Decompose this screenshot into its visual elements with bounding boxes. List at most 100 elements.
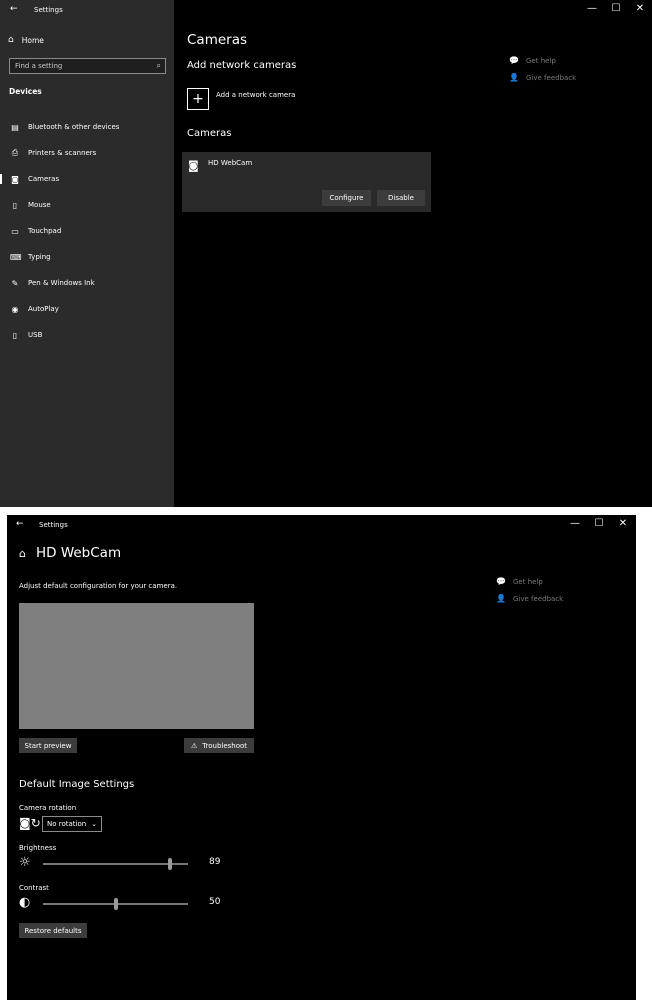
give-feedback-label: Give feedback <box>526 73 577 82</box>
sidebar-list: ▤ Bluetooth & other devices ⎙ Printers &… <box>0 114 174 348</box>
camera-icon: ◙ <box>188 159 199 172</box>
sidebar-item-label: AutoPlay <box>28 305 59 313</box>
camera-card[interactable]: ◙ HD WebCam Configure Disable <box>182 152 431 212</box>
sidebar: ← Settings ⌂ Home Find a setting ⌕ Devic… <box>0 0 174 507</box>
page-description: Adjust default configuration for your ca… <box>19 582 178 590</box>
sidebar-item-label: Touchpad <box>28 227 62 235</box>
brightness-slider[interactable] <box>43 858 188 870</box>
sidebar-item-label: Printers & scanners <box>28 149 97 157</box>
mouse-icon: ▯ <box>12 200 18 210</box>
add-cameras-heading: Add network cameras <box>187 60 297 71</box>
help-links: 💬 Get help 👤 Give feedback <box>509 52 576 86</box>
contrast-slider[interactable] <box>43 898 188 910</box>
sidebar-item-label: Cameras <box>28 175 60 183</box>
maximize-icon[interactable]: ☐ <box>587 519 611 529</box>
sidebar-item-typing[interactable]: ⌨ Typing <box>0 244 174 270</box>
add-camera-label: Add a network camera <box>216 91 296 99</box>
brightness-slider-thumb[interactable] <box>168 858 172 870</box>
printer-icon: ⎙ <box>11 148 19 157</box>
sidebar-item-cameras[interactable]: ◙ Cameras <box>0 166 174 192</box>
sidebar-item-label: Pen & Windows Ink <box>28 279 95 287</box>
sidebar-item-pen[interactable]: ✎ Pen & Windows Ink <box>0 270 174 296</box>
section-title: Default Image Settings <box>19 779 135 790</box>
give-feedback-label: Give feedback <box>513 594 564 603</box>
camera-preview <box>19 603 254 729</box>
contrast-value: 50 <box>209 897 221 907</box>
start-preview-button[interactable]: Start preview <box>19 738 77 753</box>
sidebar-item-touchpad[interactable]: ▭ Touchpad <box>0 218 174 244</box>
page-header: ⌂ HD WebCam <box>19 545 121 561</box>
camera-name: HD WebCam <box>208 159 253 167</box>
disable-button[interactable]: Disable <box>377 190 425 206</box>
brightness-value: 89 <box>209 857 221 867</box>
feedback-icon: 👤 <box>496 594 506 603</box>
brightness-icon: ☼ <box>19 855 31 870</box>
give-feedback-link[interactable]: 👤 Give feedback <box>509 69 576 86</box>
back-arrow-icon[interactable]: ← <box>16 520 24 529</box>
sidebar-item-bluetooth[interactable]: ▤ Bluetooth & other devices <box>0 114 174 140</box>
contrast-label: Contrast <box>19 884 49 892</box>
get-help-label: Get help <box>513 577 543 586</box>
minimize-icon[interactable]: — <box>563 519 587 529</box>
warning-icon: ⚠ <box>190 741 198 750</box>
get-help-link[interactable]: 💬 Get help <box>509 52 576 69</box>
page-title: HD WebCam <box>35 545 122 561</box>
sidebar-item-label: Bluetooth & other devices <box>28 123 120 131</box>
get-help-label: Get help <box>526 56 556 65</box>
help-links: 💬 Get help 👤 Give feedback <box>496 573 563 607</box>
back-arrow-icon[interactable]: ← <box>10 5 18 14</box>
window-controls: — ☐ ✕ <box>563 519 635 529</box>
autoplay-icon: ◉ <box>11 304 19 314</box>
rotation-value: No rotation <box>47 820 87 828</box>
home-icon: ⌂ <box>8 35 14 45</box>
troubleshoot-label: Troubleshoot <box>202 741 248 750</box>
sidebar-item-autoplay[interactable]: ◉ AutoPlay <box>0 296 174 322</box>
cameras-heading: Cameras <box>187 128 232 139</box>
help-chat-icon: 💬 <box>509 56 519 65</box>
sidebar-item-label: Typing <box>28 253 51 261</box>
search-icon[interactable]: ⌕ <box>157 61 161 71</box>
bluetooth-icon: ▤ <box>11 122 19 132</box>
add-network-camera-button[interactable]: + Add a network camera <box>187 88 295 110</box>
contrast-slider-thumb[interactable] <box>114 898 118 910</box>
camera-rotation-label: Camera rotation <box>19 804 77 812</box>
troubleshoot-button[interactable]: ⚠ Troubleshoot <box>184 738 254 753</box>
feedback-icon: 👤 <box>509 73 519 82</box>
page-title: Cameras <box>187 32 248 48</box>
maximize-icon[interactable]: ☐ <box>604 4 628 14</box>
touchpad-icon: ▭ <box>11 226 19 236</box>
window-title: Settings <box>39 521 68 529</box>
sidebar-item-mouse[interactable]: ▯ Mouse <box>0 192 174 218</box>
minimize-icon[interactable]: — <box>580 4 604 14</box>
keyboard-icon: ⌨ <box>10 252 22 262</box>
sidebar-item-printers[interactable]: ⎙ Printers & scanners <box>0 140 174 166</box>
sidebar-section-title: Devices <box>9 87 42 96</box>
help-chat-icon: 💬 <box>496 577 506 586</box>
close-icon[interactable]: ✕ <box>611 519 635 529</box>
sidebar-item-usb[interactable]: ▯ USB <box>0 322 174 348</box>
chevron-down-icon: ⌄ <box>91 820 97 828</box>
settings-window-cameras: ← Settings ⌂ Home Find a setting ⌕ Devic… <box>0 0 652 507</box>
sidebar-home[interactable]: ⌂ Home <box>8 35 44 45</box>
close-icon[interactable]: ✕ <box>628 4 652 14</box>
restore-defaults-button[interactable]: Restore defaults <box>19 923 87 938</box>
usb-icon: ▯ <box>12 330 18 340</box>
home-icon[interactable]: ⌂ <box>19 547 26 560</box>
window-title: Settings <box>34 6 63 14</box>
get-help-link[interactable]: 💬 Get help <box>496 573 563 590</box>
brightness-label: Brightness <box>19 844 57 852</box>
search-placeholder: Find a setting <box>15 62 63 70</box>
home-label: Home <box>21 35 44 45</box>
sidebar-item-label: USB <box>28 331 43 339</box>
search-input[interactable]: Find a setting ⌕ <box>9 58 166 74</box>
rotation-dropdown[interactable]: No rotation ⌄ <box>42 816 102 832</box>
settings-window-webcam: ← Settings — ☐ ✕ ⌂ HD WebCam Adjust defa… <box>7 515 636 1000</box>
plus-icon: + <box>187 88 209 110</box>
camera-icon: ◙ <box>11 174 19 184</box>
pen-icon: ✎ <box>11 278 19 288</box>
sidebar-item-label: Mouse <box>28 201 51 209</box>
configure-button[interactable]: Configure <box>322 190 371 206</box>
camera-rotate-icon: ◙↻ <box>19 816 41 830</box>
window-controls: — ☐ ✕ <box>580 4 652 14</box>
give-feedback-link[interactable]: 👤 Give feedback <box>496 590 563 607</box>
